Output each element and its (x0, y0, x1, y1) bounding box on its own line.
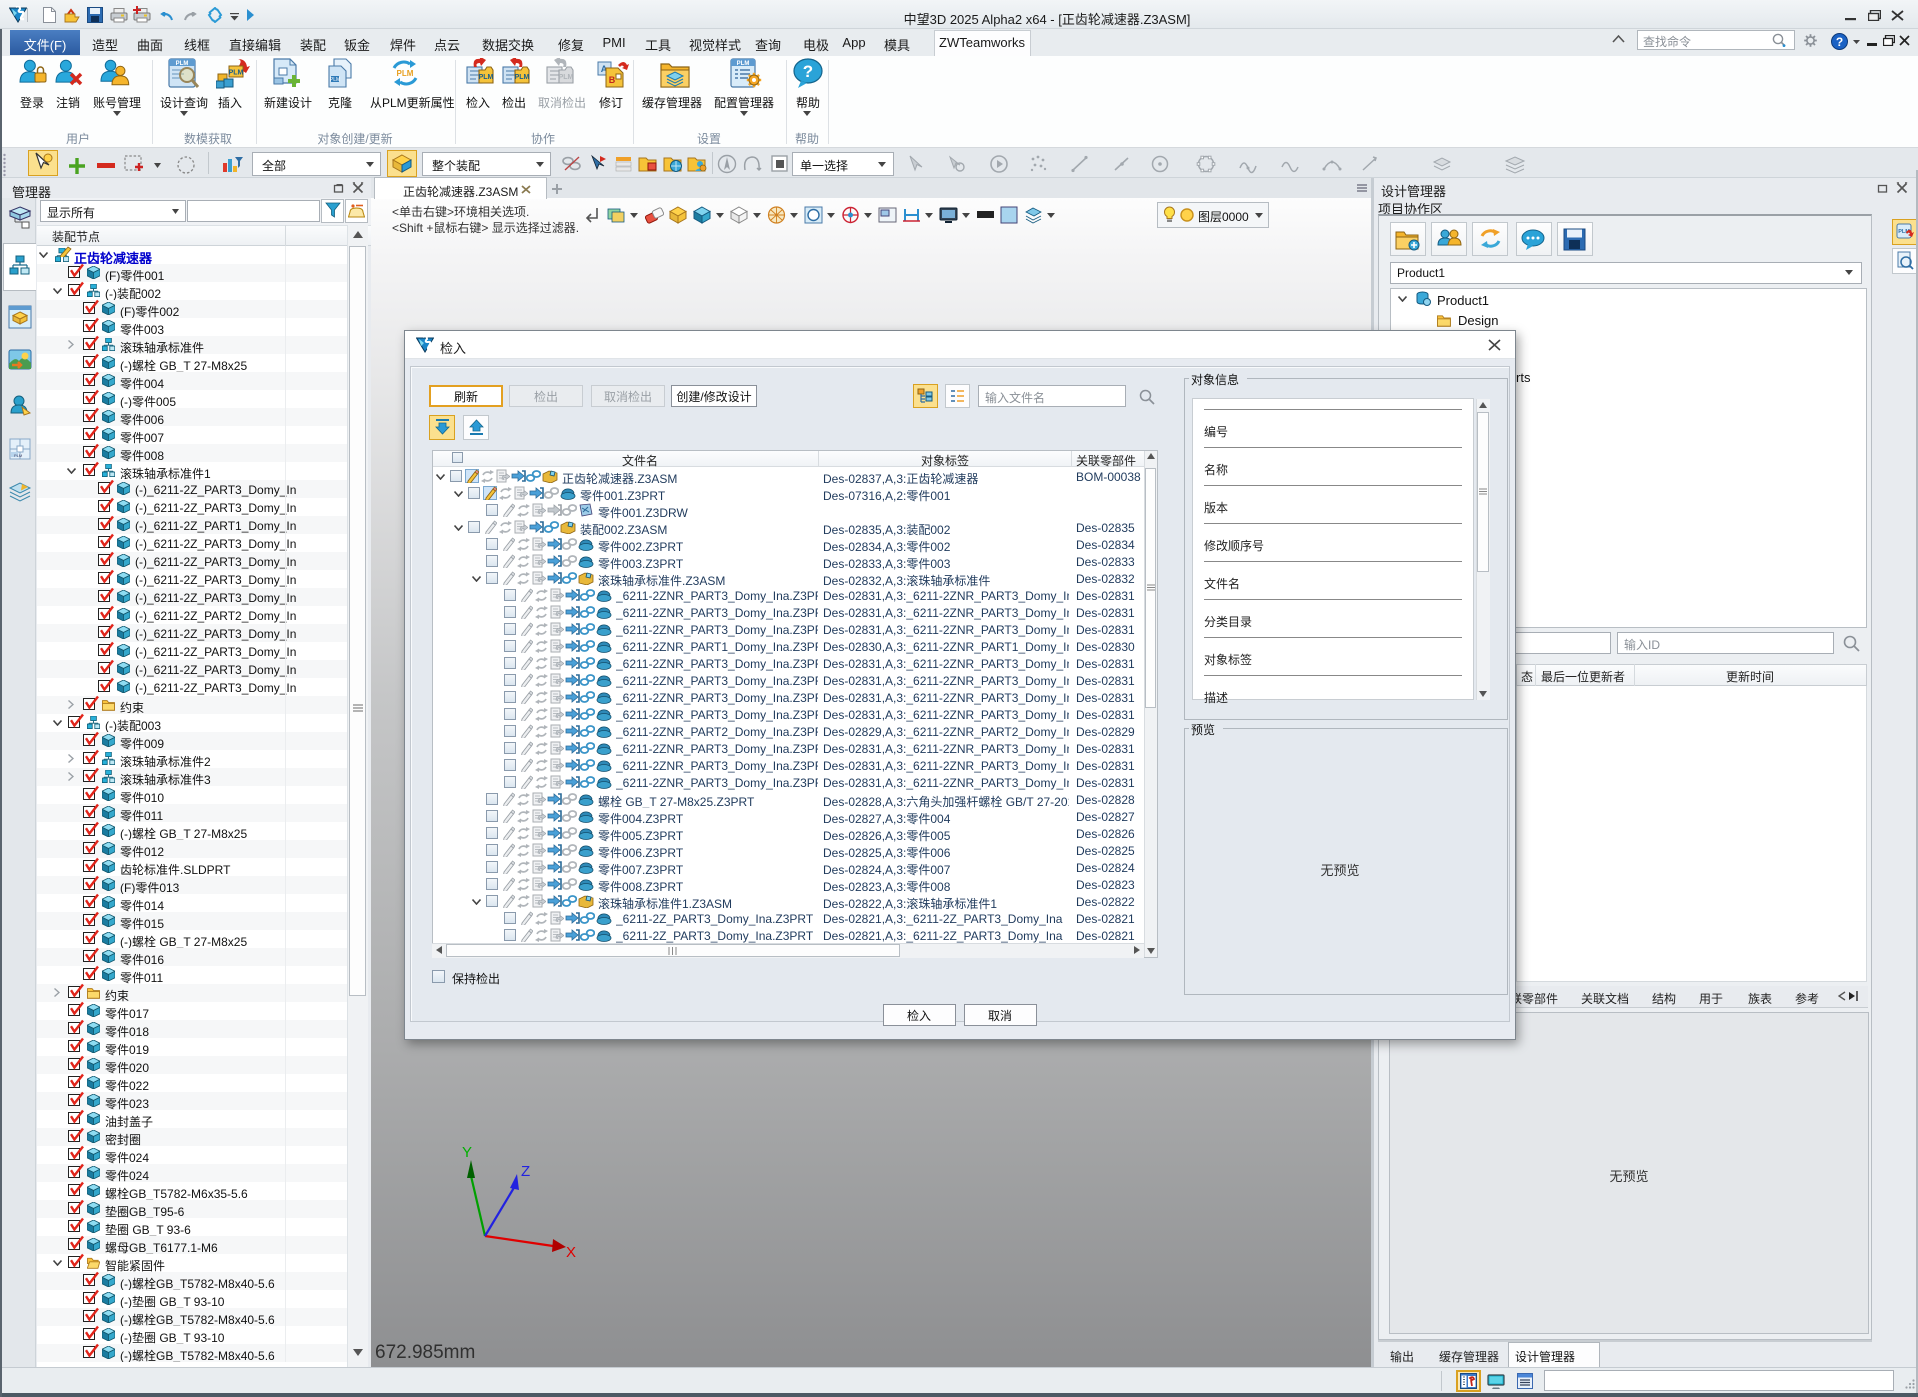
svg-text:PLM: PLM (229, 70, 244, 77)
svg-text:PLM: PLM (397, 69, 414, 78)
svg-text:PLM: PLM (330, 77, 340, 83)
svg-text:PLM: PLM (479, 74, 494, 81)
svg-text:?: ? (803, 62, 813, 81)
svg-text:?: ? (1836, 35, 1843, 49)
svg-text:Y: Y (462, 1144, 472, 1161)
svg-text:PLM: PLM (737, 61, 750, 67)
svg-text:PLM: PLM (14, 453, 22, 458)
svg-text:B: B (609, 75, 616, 85)
svg-text:X: X (566, 1244, 576, 1260)
svg-text:PLM: PLM (515, 74, 530, 81)
svg-text:PLM: PLM (559, 74, 574, 81)
svg-text:Z: Z (521, 1163, 530, 1180)
svg-text:PLM: PLM (176, 61, 189, 67)
